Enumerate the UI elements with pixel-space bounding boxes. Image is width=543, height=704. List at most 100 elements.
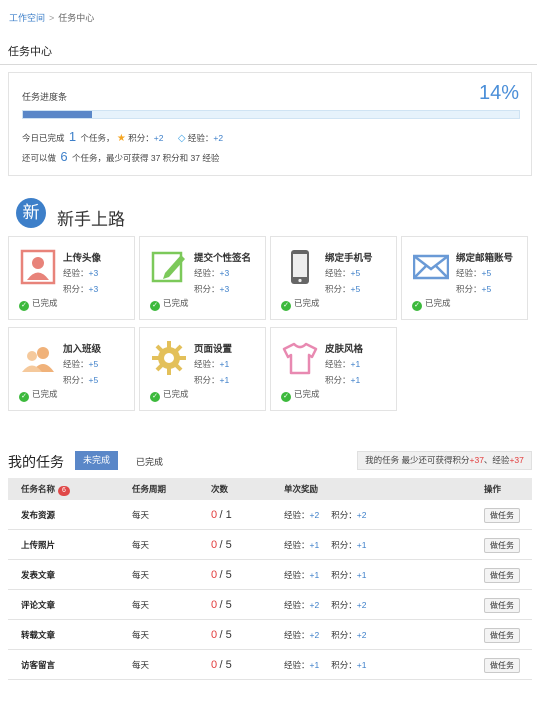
today-points-label: 积分： — [128, 133, 154, 143]
task-period: 每天 — [132, 630, 150, 640]
check-icon: ✓ — [281, 392, 291, 402]
today-points-value: +2 — [153, 133, 164, 143]
group-icon — [20, 340, 56, 376]
task-done-status: ✓ 已完成 — [150, 388, 189, 402]
remaining-summary: 还可以做 6 个任务，最少可获得 37 积分和 37 经验 — [22, 149, 219, 164]
task-reward: 经验：+1 积分：+1 — [284, 660, 367, 670]
table-row: 评论文章 每天 0 / 5 经验：+2 积分：+2 做任务 — [8, 590, 532, 620]
star-icon: ★ — [116, 133, 126, 144]
column-header-count: 次数 — [211, 484, 229, 494]
check-icon: ✓ — [150, 392, 160, 402]
progress-percent: 14% — [478, 82, 519, 104]
do-task-button[interactable]: 做任务 — [484, 598, 520, 613]
task-count: 0 / 5 — [211, 599, 232, 611]
remain-prefix: 还可以做 — [22, 153, 57, 163]
today-summary: 今日已完成 1 个任务， ★ 积分：+2 ◇ 经验：+2 — [22, 129, 223, 144]
avatar-icon — [20, 249, 56, 285]
task-exp: 经验：+5 — [63, 359, 99, 369]
task-points: 积分：+3 — [194, 284, 230, 294]
newbie-task-card[interactable]: 加入班级 经验：+5 积分：+5 ✓ 已完成 — [8, 327, 135, 411]
newbie-task-card[interactable]: 提交个性签名 经验：+3 积分：+3 ✓ 已完成 — [139, 236, 266, 320]
task-period: 每天 — [132, 570, 150, 580]
do-task-button[interactable]: 做任务 — [484, 508, 520, 523]
newbie-task-card[interactable]: 上传头像 经验：+3 积分：+3 ✓ 已完成 — [8, 236, 135, 320]
task-reward: 经验：+2 积分：+2 — [284, 510, 367, 520]
task-points: 积分：+5 — [456, 284, 492, 294]
today-prefix: 今日已完成 — [22, 133, 65, 143]
task-name: 上传照片 — [21, 540, 56, 550]
task-name: 绑定手机号 — [325, 253, 373, 264]
breadcrumb-home-link[interactable]: 工作空间 — [9, 13, 45, 23]
task-name: 发布资源 — [21, 510, 56, 520]
task-points: 积分：+3 — [63, 284, 99, 294]
task-reward: 经验：+1 积分：+1 — [284, 570, 367, 580]
do-task-button[interactable]: 做任务 — [484, 628, 520, 643]
table-row: 发布资源 每天 0 / 1 经验：+2 积分：+2 做任务 — [8, 500, 532, 530]
task-name: 访客留言 — [21, 660, 56, 670]
breadcrumb-separator: > — [49, 13, 55, 23]
check-icon: ✓ — [412, 301, 422, 311]
task-count: 0 / 5 — [211, 569, 232, 581]
today-suffix: 个任务， — [80, 133, 115, 143]
check-icon: ✓ — [19, 392, 29, 402]
do-task-button[interactable]: 做任务 — [484, 658, 520, 673]
signature-icon — [151, 249, 187, 285]
newbie-task-card[interactable]: 绑定邮箱账号 经验：+5 积分：+5 ✓ 已完成 — [401, 236, 528, 320]
progress-bar — [22, 110, 520, 119]
do-task-button[interactable]: 做任务 — [484, 538, 520, 553]
table-row: 转载文章 每天 0 / 5 经验：+2 积分：+2 做任务 — [8, 620, 532, 650]
task-exp: 经验：+3 — [194, 268, 230, 278]
task-name: 发表文章 — [21, 570, 56, 580]
task-name: 页面设置 — [194, 344, 233, 355]
newbie-task-card[interactable]: 绑定手机号 经验：+5 积分：+5 ✓ 已完成 — [270, 236, 397, 320]
gear-icon — [151, 340, 187, 376]
task-points: 积分：+5 — [325, 284, 361, 294]
task-points: 积分：+1 — [325, 375, 361, 385]
shirt-icon — [282, 340, 318, 376]
task-table-header: 任务名称 6 任务周期 次数 单次奖励 操作 — [8, 478, 532, 500]
task-name: 加入班级 — [63, 344, 102, 355]
check-icon: ✓ — [19, 301, 29, 311]
task-name: 转载文章 — [21, 630, 56, 640]
progress-card: 任务进度条 14% 今日已完成 1 个任务， ★ 积分：+2 ◇ 经验：+2 还… — [8, 72, 532, 176]
check-icon: ✓ — [281, 301, 291, 311]
task-done-status: ✓ 已完成 — [412, 297, 451, 311]
tab-incomplete[interactable]: 未完成 — [75, 451, 118, 470]
diamond-icon: ◇ — [177, 133, 186, 144]
task-period: 每天 — [132, 660, 150, 670]
reward-summary: 我的任务 最少还可获得积分+37、经验+37 — [357, 451, 532, 470]
task-done-status: ✓ 已完成 — [19, 297, 58, 311]
task-period: 每天 — [132, 510, 150, 520]
task-exp: 经验：+3 — [63, 268, 99, 278]
task-reward: 经验：+2 积分：+2 — [284, 630, 367, 640]
remain-suffix: 个任务，最少可获得 37 积分和 37 经验 — [72, 153, 220, 163]
task-exp: 经验：+5 — [456, 268, 492, 278]
today-exp-label: 经验： — [187, 133, 214, 143]
task-name: 提交个性签名 — [194, 253, 252, 264]
title-divider — [0, 64, 537, 65]
task-period: 每天 — [132, 600, 150, 610]
table-row: 发表文章 每天 0 / 5 经验：+1 积分：+1 做任务 — [8, 560, 532, 590]
newbie-task-card[interactable]: 页面设置 经验：+1 积分：+1 ✓ 已完成 — [139, 327, 266, 411]
newbie-section-title: 新手上路 — [57, 210, 125, 229]
task-exp: 经验：+5 — [325, 268, 361, 278]
do-task-button[interactable]: 做任务 — [484, 568, 520, 583]
task-exp: 经验：+1 — [194, 359, 230, 369]
my-tasks-title: 我的任务 — [8, 454, 64, 470]
tab-complete[interactable]: 已完成 — [136, 455, 163, 468]
task-points: 积分：+1 — [194, 375, 230, 385]
page-title: 任务中心 — [8, 46, 52, 58]
task-count: 0 / 1 — [211, 509, 232, 521]
column-header-name: 任务名称 6 — [21, 478, 70, 500]
task-name: 绑定邮箱账号 — [456, 253, 514, 264]
task-done-status: ✓ 已完成 — [281, 297, 320, 311]
column-header-period: 任务周期 — [132, 484, 167, 494]
task-count: 0 / 5 — [211, 659, 232, 671]
task-name: 评论文章 — [21, 600, 56, 610]
column-header-reward: 单次奖励 — [284, 484, 319, 494]
today-exp-value: +2 — [213, 133, 224, 143]
task-count-badge: 6 — [58, 486, 70, 496]
task-reward: 经验：+2 积分：+2 — [284, 600, 367, 610]
task-exp: 经验：+1 — [325, 359, 361, 369]
newbie-task-card[interactable]: 皮肤风格 经验：+1 积分：+1 ✓ 已完成 — [270, 327, 397, 411]
